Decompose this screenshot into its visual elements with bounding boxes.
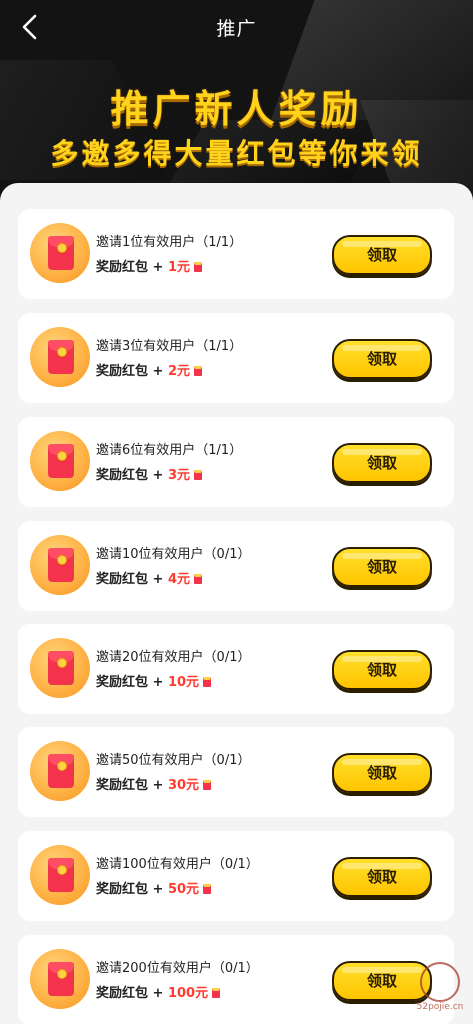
reward-card: 邀请6位有效用户（1/1） 奖励红包 + 3元 领取: [18, 417, 454, 507]
banner-title: 推广新人奖励: [110, 87, 363, 131]
claim-button[interactable]: 领取: [332, 857, 432, 897]
reward-card: 邀请20位有效用户（0/1） 奖励红包 + 10元 领取: [18, 624, 454, 714]
reward-title: 邀请1位有效用户（1/1）: [96, 235, 243, 250]
reward-prefix: 奖励红包 +: [96, 260, 168, 275]
reward-amount-line: 奖励红包 + 50元: [96, 878, 212, 897]
reward-title: 邀请20位有效用户（0/1）: [96, 650, 251, 665]
page-title: 推广: [216, 18, 257, 40]
reward-amount: 4元: [167, 572, 190, 587]
red-packet-icon: [30, 431, 90, 491]
reward-amount: 3元: [167, 468, 190, 483]
red-packet-icon: [30, 535, 90, 595]
reward-card: 邀请1位有效用户（1/1） 奖励红包 + 1元 领取: [18, 209, 454, 299]
reward-prefix: 奖励红包 +: [96, 364, 168, 379]
mini-red-packet-icon: [203, 677, 212, 687]
mini-red-packet-icon: [194, 262, 202, 272]
reward-card: 邀请3位有效用户（1/1） 奖励红包 + 2元 领取: [18, 313, 454, 403]
reward-amount-line: 奖励红包 + 30元: [96, 774, 212, 793]
red-packet-icon: [30, 845, 90, 905]
reward-list: 邀请1位有效用户（1/1） 奖励红包 + 1元 领取 邀请3位有效用户（1/1）…: [0, 183, 473, 1024]
seal-icon: [420, 962, 460, 1002]
reward-amount: 10元: [167, 675, 200, 690]
reward-prefix: 奖励红包 +: [96, 778, 168, 793]
reward-title: 邀请3位有效用户（1/1）: [96, 339, 243, 354]
reward-amount-line: 奖励红包 + 10元: [96, 671, 212, 690]
reward-amount-line: 奖励红包 + 2元: [96, 360, 202, 379]
red-packet-icon: [30, 949, 90, 1009]
claim-button[interactable]: 领取: [332, 235, 432, 275]
banner-subtitle: 多邀多得大量红包等你来领: [50, 137, 423, 170]
reward-title: 邀请6位有效用户（1/1）: [96, 443, 243, 458]
claim-button[interactable]: 领取: [332, 650, 432, 690]
reward-amount: 2元: [167, 364, 190, 379]
claim-button[interactable]: 领取: [332, 753, 432, 793]
reward-prefix: 奖励红包 +: [96, 882, 168, 897]
mini-red-packet-icon: [203, 780, 212, 790]
red-packet-icon: [30, 327, 90, 387]
reward-prefix: 奖励红包 +: [96, 986, 168, 1001]
mini-red-packet-icon: [194, 470, 202, 480]
reward-title: 邀请200位有效用户（0/1）: [96, 961, 259, 976]
reward-title: 邀请100位有效用户（0/1）: [96, 857, 259, 872]
claim-button[interactable]: 领取: [332, 443, 432, 483]
reward-card: 邀请200位有效用户（0/1） 奖励红包 + 100元 领取: [18, 935, 454, 1024]
reward-amount: 30元: [167, 778, 200, 793]
mini-red-packet-icon: [203, 884, 212, 894]
header-banner: 推广 推广新人奖励 多邀多得大量红包等你来领: [0, 0, 473, 200]
reward-prefix: 奖励红包 +: [96, 675, 168, 690]
reward-card: 邀请10位有效用户（0/1） 奖励红包 + 4元 领取: [18, 521, 454, 611]
reward-prefix: 奖励红包 +: [96, 468, 168, 483]
reward-amount: 100元: [167, 986, 209, 1001]
mini-red-packet-icon: [212, 988, 221, 998]
reward-card: 邀请50位有效用户（0/1） 奖励红包 + 30元 领取: [18, 727, 454, 817]
claim-button[interactable]: 领取: [332, 547, 432, 587]
reward-title: 邀请10位有效用户（0/1）: [96, 547, 251, 562]
claim-button[interactable]: 领取: [332, 339, 432, 379]
watermark-seal: 52pojie.cn: [415, 962, 465, 1012]
reward-amount-line: 奖励红包 + 3元: [96, 464, 202, 483]
red-packet-icon: [30, 741, 90, 801]
red-packet-icon: [30, 638, 90, 698]
reward-card: 邀请100位有效用户（0/1） 奖励红包 + 50元 领取: [18, 831, 454, 921]
reward-prefix: 奖励红包 +: [96, 572, 168, 587]
reward-amount: 1元: [167, 260, 190, 275]
reward-amount-line: 奖励红包 + 4元: [96, 568, 202, 587]
red-packet-icon: [30, 223, 90, 283]
mini-red-packet-icon: [194, 366, 202, 376]
reward-amount: 50元: [167, 882, 200, 897]
reward-amount-line: 奖励红包 + 1元: [96, 256, 202, 275]
mini-red-packet-icon: [194, 574, 202, 584]
reward-title: 邀请50位有效用户（0/1）: [96, 753, 251, 768]
reward-amount-line: 奖励红包 + 100元: [96, 982, 221, 1001]
watermark-text: 52pojie.cn: [416, 1002, 464, 1012]
